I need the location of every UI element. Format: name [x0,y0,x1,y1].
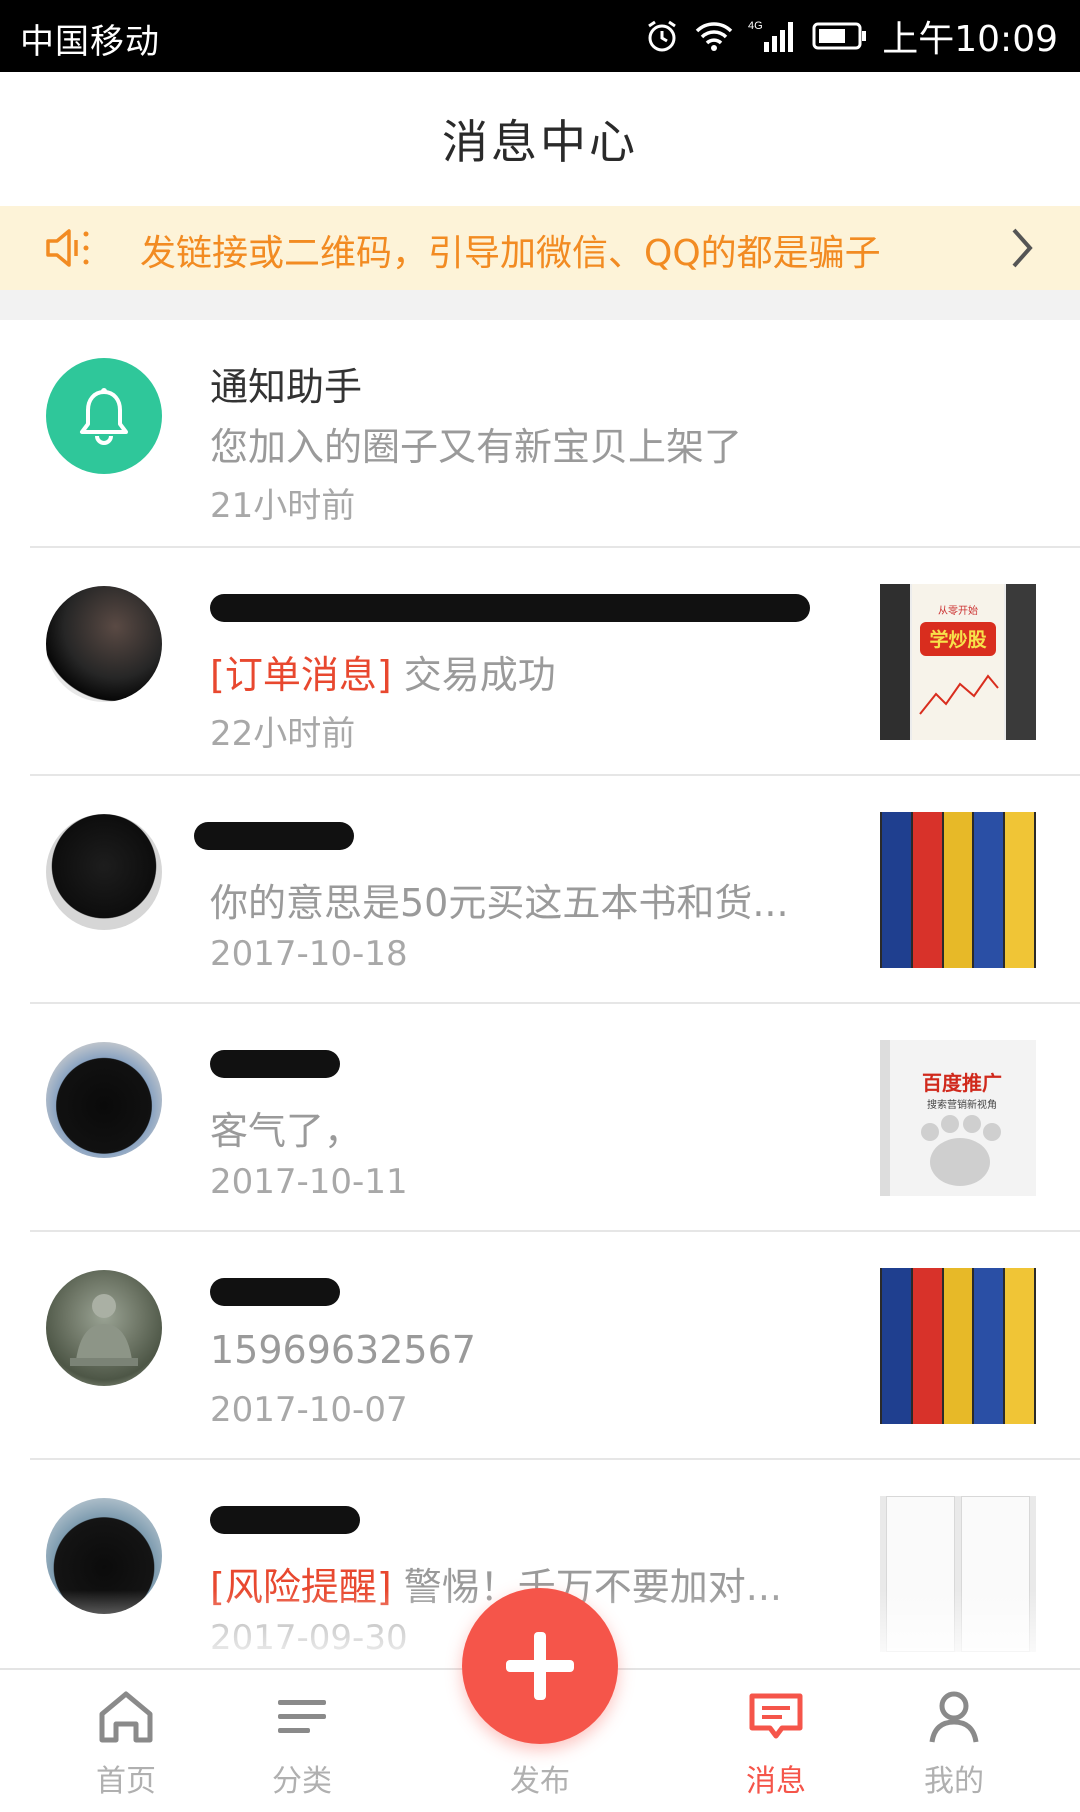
book-title-top: 从零开始 [938,604,978,617]
avatar [46,1042,162,1158]
book-cover: 百度推广 搜索营销新视角 [880,1040,1036,1196]
signal-icon: 4G [748,20,794,52]
message-row[interactable]: 客气了， 2017-10-11 百度推广 搜索营销新视角 [0,1004,1080,1232]
bell-icon [80,388,128,445]
book-title: 百度推广 [922,1071,1002,1095]
message-row[interactable]: [订单消息] 交易成功 22小时前 从零开始 学炒股 [0,548,1080,776]
nav-label: 消息 [746,1764,806,1799]
nav-label: 分类 [272,1764,332,1799]
message-icon [749,1693,803,1739]
book-cover: 从零开始 学炒股 [880,584,1036,740]
avatar [46,358,162,474]
message-preview: 15969632567 [210,1328,476,1372]
message-time: 2017-10-07 [210,1390,408,1430]
nav-label: 发布 [510,1764,570,1799]
nav-item-home[interactable]: 首页 [56,1670,196,1812]
sender-name-redacted [210,1268,510,1312]
message-preview: 您加入的圈子又有新宝贝上架了 [210,425,743,469]
item-thumbnail[interactable] [880,812,1036,968]
nav-item-profile[interactable]: 我的 [884,1670,1024,1812]
nav-label: 首页 [96,1764,156,1799]
sender-name-redacted [210,1040,510,1084]
notice-text: 发链接或二维码，引导加微信、QQ的都是骗子 [140,233,881,274]
sender-name-redacted [194,812,510,856]
nav-item-category[interactable]: 分类 [232,1670,372,1812]
item-thumbnail[interactable]: 从零开始 学炒股 [880,584,1036,740]
sender-name-redacted [210,1496,510,1540]
alarm-icon [648,20,677,52]
item-thumbnail[interactable] [880,1268,1036,1424]
header: 消息中心 [0,72,1080,206]
svg-text:4G: 4G [748,20,763,32]
message-tag: [订单消息] [210,653,392,697]
sender-name-redacted [210,584,810,628]
message-preview: 客气了， [210,1109,363,1153]
buddha-image [70,1294,138,1366]
clock: 上午10:09 [882,19,1058,60]
nav-label: 我的 [924,1764,984,1799]
home-icon [99,1691,153,1743]
battery-icon [812,22,867,50]
carrier-name: 中国移动 [20,22,160,62]
message-time: 2017-10-11 [210,1162,408,1202]
publish-button[interactable] [462,1588,618,1744]
book-subtitle: 搜索营销新视角 [927,1098,997,1111]
section-gap [0,290,1080,320]
avatar [46,586,162,702]
category-icon [278,1700,326,1733]
wifi-icon [696,22,733,51]
message-time: 2017-10-18 [210,934,408,974]
nav-item-message[interactable]: 消息 [706,1670,846,1812]
avatar [46,1270,162,1386]
status-bar: 中国移动 4G 上午10:09 [0,0,1080,72]
sender-name: 通知助手 [210,365,363,409]
chevron-right-icon[interactable] [1008,226,1036,270]
message-time: 21小时前 [210,486,356,526]
message-row[interactable]: 你的意思是50元买这五本书和货... 2017-10-18 [0,776,1080,1004]
avatar [46,814,162,930]
message-time: 22小时前 [210,714,356,754]
message-list: 通知助手 您加入的圈子又有新宝贝上架了 21小时前 [订单消息] 交易成功 22… [0,320,1080,1688]
message-text: 交易成功 [391,653,556,697]
book-title-main: 学炒股 [929,628,986,651]
notice-banner[interactable]: 发链接或二维码，引导加微信、QQ的都是骗子 [0,206,1080,290]
message-row[interactable]: 15969632567 2017-10-07 [0,1232,1080,1460]
speaker-icon [46,229,89,267]
message-row[interactable]: 通知助手 您加入的圈子又有新宝贝上架了 21小时前 [0,320,1080,548]
page-title: 消息中心 [442,115,638,169]
message-preview: [订单消息] 交易成功 [210,644,556,699]
item-thumbnail[interactable]: 百度推广 搜索营销新视角 [880,1040,1036,1196]
message-preview: 你的意思是50元买这五本书和货... [210,881,789,925]
status-icons: 4G 上午10:09 [644,10,1058,62]
profile-icon [929,1691,979,1743]
